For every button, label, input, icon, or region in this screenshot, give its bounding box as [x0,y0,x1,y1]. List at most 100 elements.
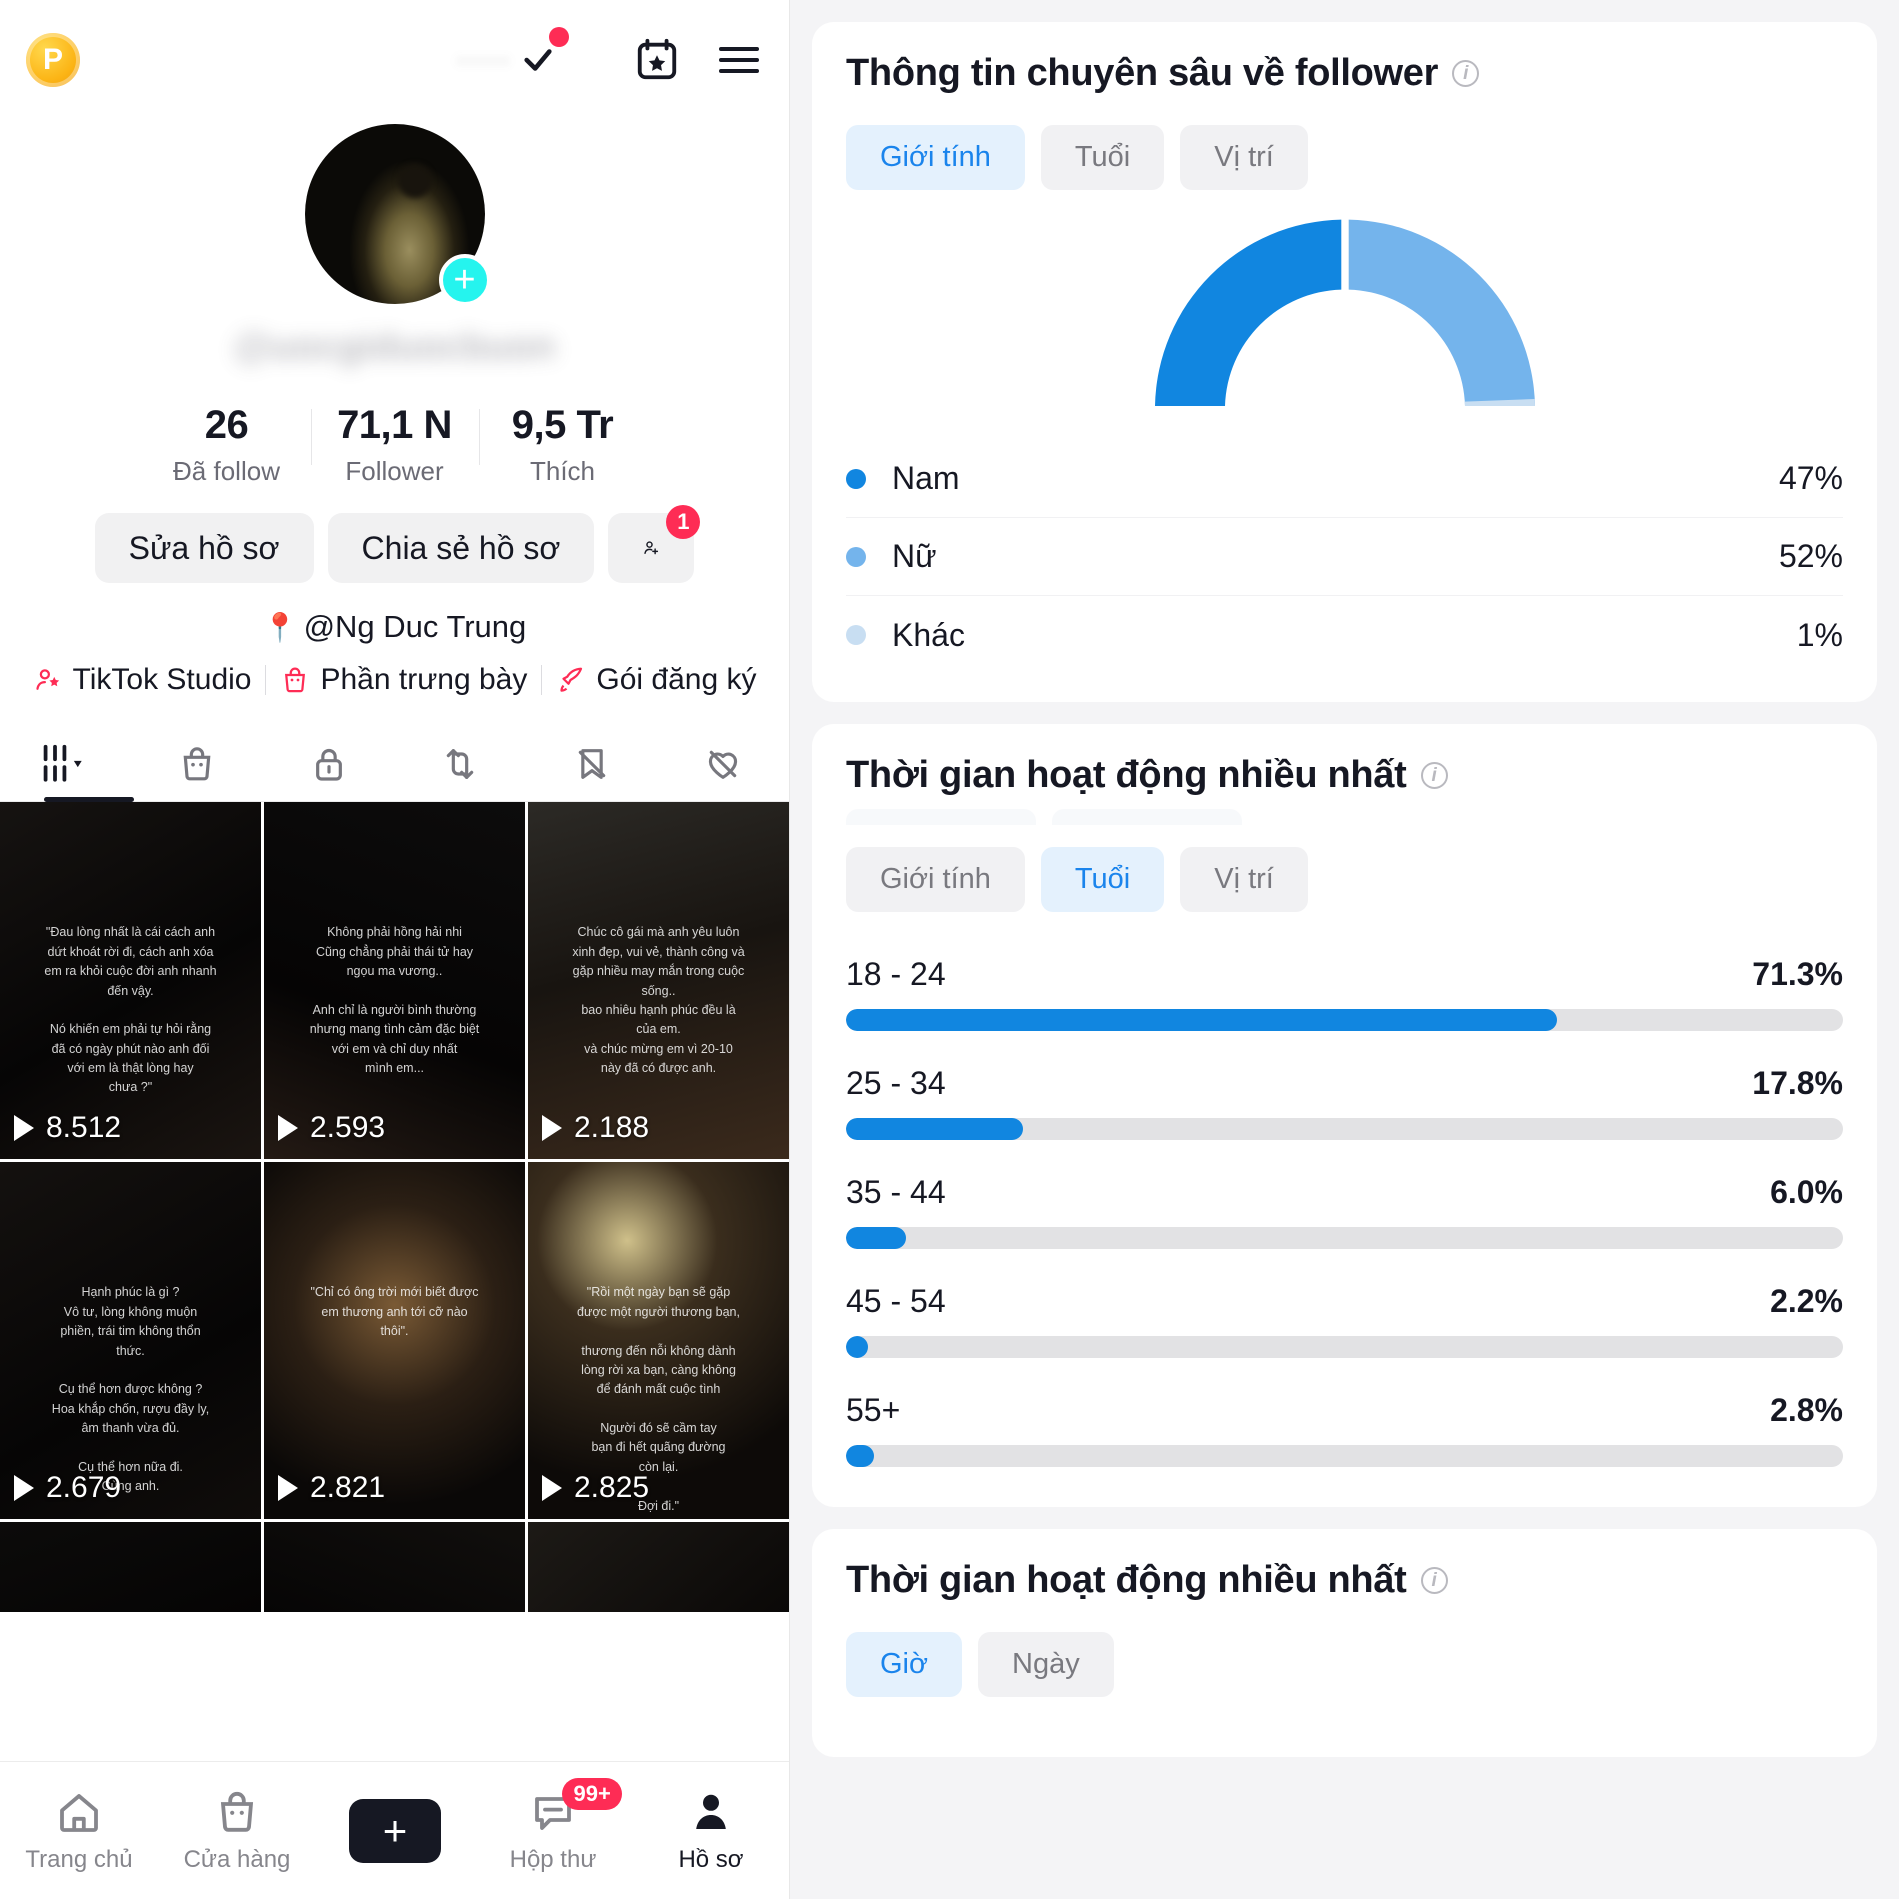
video-play-count-value: 2.825 [574,1471,650,1504]
age-bar-value: 6.0% [1770,1174,1843,1210]
menu-button[interactable] [715,36,763,84]
activity-time-title-row: Thời gian hoạt động nhiều nhất i [846,1559,1843,1602]
age-bar-track [846,1118,1843,1140]
tab-hour[interactable]: Giờ [846,1632,963,1697]
tab-location[interactable]: Vị trí [1180,125,1308,190]
activity-age-title-row: Thời gian hoạt động nhiều nhất i [846,754,1843,797]
info-icon[interactable]: i [1420,1567,1448,1594]
avatar-wrap[interactable]: + [304,124,491,306]
nav-item-profile-label: Hồ sơ [678,1845,744,1873]
gauge-slice-nu [1348,219,1535,406]
nav-item-home[interactable]: Trang chủ [0,1788,158,1874]
play-icon [14,1115,34,1141]
username-obscured: @uocgiduocbuon [233,326,556,368]
play-icon [542,1115,562,1141]
bio-text: @Ng Duc Trung [303,609,527,644]
add-friends-button[interactable]: 1 [608,505,701,583]
age-bar-head: 18 - 24 71.3% [846,956,1843,993]
age-bar-value: 2.2% [1770,1283,1843,1319]
share-profile-button[interactable]: Chia sẻ hồ sơ [327,513,595,583]
stat-followers-label: Follower [345,456,444,486]
link-tiktok-studio-label: TikTok Studio [72,663,252,696]
link-tiktok-studio[interactable]: TikTok Studio [19,663,266,697]
gender-gauge-chart [846,216,1843,416]
profile-stats: 26 Đã follow 71,1 N Follower 9,5 Tr Thíc… [0,403,789,487]
video-cell[interactable]: Không phải hồng hải nhi Cũng chẳng phải … [264,802,525,1159]
person-add-icon [644,541,659,555]
add-friends-badge: 1 [666,505,701,539]
stat-following[interactable]: 26 Đã follow [143,403,311,487]
activity-time-tabs: Giờ Ngày [846,1632,1843,1697]
legend-value-nu: 52% [1778,538,1843,574]
video-play-count-value: 2.679 [46,1471,122,1504]
video-play-count: 2.188 [542,1111,649,1145]
shop-bag-icon [285,667,306,693]
stat-followers-value: 71,1 N [337,403,452,447]
video-cell[interactable]: Hạnh phúc là gì ? Vô tư, lòng không muộn… [0,1162,261,1519]
sidebar-item-posts-tab[interactable] [0,727,132,801]
info-icon[interactable]: i [1452,60,1480,87]
legend-row-nu: Nữ 52% [846,518,1843,596]
profile-links-row: TikTok Studio Phần trưng bày Gói đăng ký [0,663,789,697]
info-icon[interactable]: i [1420,762,1448,789]
link-subscription[interactable]: Gói đăng ký [542,663,770,697]
sidebar-item-hidden-tab[interactable] [526,727,658,801]
nav-item-shop[interactable]: Cửa hàng [158,1788,316,1874]
tab-gender-2[interactable]: Giới tính [846,847,1025,912]
live-event-icon [637,38,677,80]
legend-label-khac: Khác [892,616,965,653]
sidebar-item-shop-tab[interactable] [132,727,264,801]
activity-time-title: Thời gian hoạt động nhiều nhất [846,1559,1407,1601]
video-play-count: 8.512 [14,1111,121,1145]
nav-item-inbox[interactable]: Hộp thư 99+ [474,1777,632,1874]
tab-age[interactable]: Tuổi [1040,125,1165,190]
nav-item-create[interactable]: + [316,1798,474,1863]
add-story-plus-icon[interactable]: + [438,254,491,306]
tab-gender[interactable]: Giới tính [846,125,1025,190]
tab-location-2[interactable]: Vị trí [1180,847,1308,912]
edit-profile-button[interactable]: Sửa hồ sơ [94,513,314,583]
age-bar-value: 71.3% [1752,956,1843,992]
video-grid: "Đau lòng nhất là cái cách anh dứt khoát… [0,802,789,1612]
video-play-count: 2.821 [278,1471,385,1505]
profile-person-icon [696,1794,726,1829]
age-bar-track [846,1227,1843,1249]
stat-likes[interactable]: 9,5 Tr Thích [478,403,647,487]
video-cell[interactable]: "Đau lòng nhất là cái cách anh dứt khoát… [0,802,261,1159]
link-showcase[interactable]: Phần trưng bày [266,663,541,697]
tab-day[interactable]: Ngày [978,1632,1114,1697]
profile-topbar: P ····· [0,0,789,120]
age-bar-fill [846,1227,906,1249]
sidebar-item-liked-tab[interactable] [658,727,790,801]
sidebar-item-private-tab[interactable] [263,727,395,801]
live-event-button[interactable] [633,36,681,84]
legend-value-nam: 47% [1778,460,1843,496]
video-cell[interactable]: Chúc cô gái mà anh yêu luôn xinh đẹp, vu… [528,802,789,1159]
sidebar-item-reposts-tab[interactable] [395,727,527,801]
age-bar-track [846,1009,1843,1031]
legend-dot-nam [846,468,866,489]
video-cell[interactable] [264,1522,525,1612]
follower-insights-card: Thông tin chuyên sâu về follower i Giới … [812,22,1877,702]
video-cell[interactable] [0,1522,261,1612]
video-cell[interactable]: "Rồi một ngày bạn sẽ gặp được một người … [528,1162,789,1519]
inbox-badge: 99+ [562,1777,622,1810]
video-play-count-value: 8.512 [46,1111,122,1144]
age-bar-fill [846,1009,1557,1031]
right-top-spacer [790,0,1899,22]
tab-age-2[interactable]: Tuổi [1040,847,1165,912]
stat-likes-label: Thích [529,456,596,486]
nav-item-profile[interactable]: Hồ sơ [632,1788,789,1874]
points-coin-icon[interactable]: P [26,33,80,87]
video-play-count-value: 2.593 [310,1111,386,1144]
stat-followers[interactable]: 71,1 N Follower [310,403,479,487]
video-cell[interactable] [528,1522,789,1612]
hamburger-icon [719,40,759,80]
bag-icon [183,747,211,781]
play-icon [542,1475,562,1501]
video-play-count: 2.679 [14,1471,121,1505]
create-plus-icon[interactable]: + [341,1798,449,1863]
video-cell[interactable]: "Chỉ có ông trời mới biết được em thương… [264,1162,525,1519]
age-bar-18-24: 18 - 24 71.3% [846,956,1843,1031]
verified-check-wrap[interactable] [521,27,569,77]
